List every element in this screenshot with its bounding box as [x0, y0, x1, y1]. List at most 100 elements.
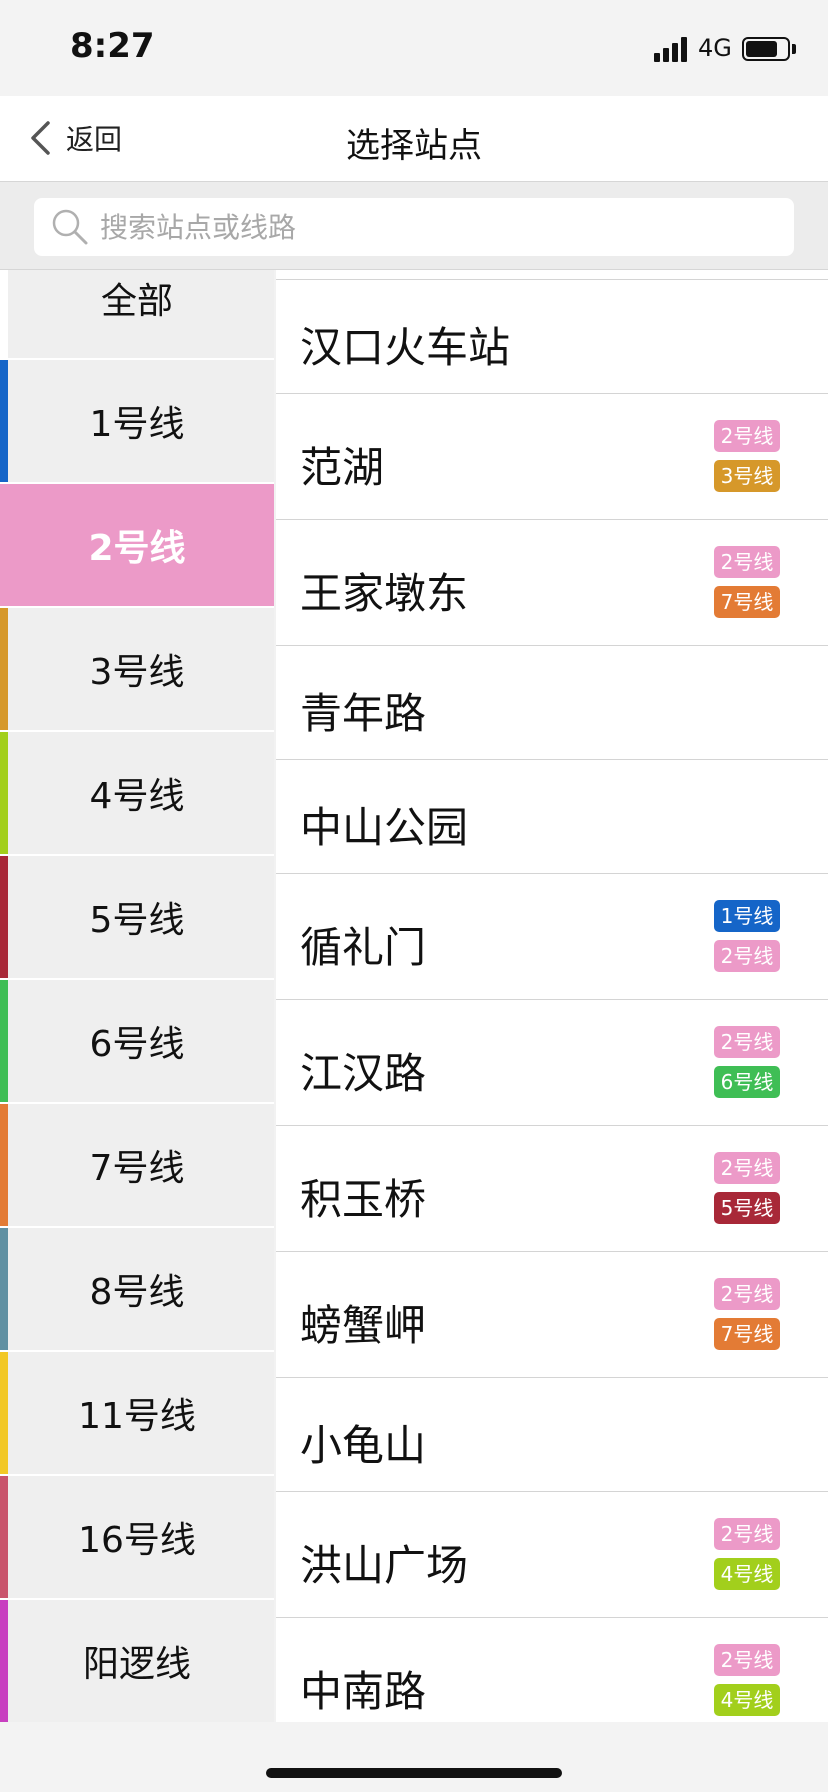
station-row[interactable]: 江汉路 2号线 6号线 [276, 1000, 828, 1126]
line-filter-item[interactable]: 5号线 [0, 856, 274, 980]
station-list: 汉口火车站 范湖 2号线 3号线 王家墩东 2号线 7号线 青年路 中山公园 循礼门 1号线 2号线江… [276, 270, 828, 1722]
line-badge: 4号线 [714, 1684, 780, 1716]
line-filter-item[interactable]: 阳逻线 [0, 1600, 274, 1722]
station-row[interactable]: 小龟山 [276, 1378, 828, 1492]
line-badge: 2号线 [714, 1152, 780, 1184]
station-name: 螃蟹岬 [300, 1301, 427, 1350]
transfer-line-badges: 2号线 4号线 [714, 1518, 780, 1590]
network-type: 4G [698, 34, 732, 62]
transfer-line-badges: 2号线 7号线 [714, 546, 780, 618]
line-badge: 7号线 [714, 1318, 780, 1350]
station-row[interactable]: 螃蟹岬 2号线 7号线 [276, 1252, 828, 1378]
line-badge: 6号线 [714, 1066, 780, 1098]
line-color-stripe [0, 732, 8, 854]
station-row[interactable]: 王家墩东 2号线 7号线 [276, 520, 828, 646]
station-name: 范湖 [300, 443, 385, 492]
station-name: 中南路 [300, 1667, 427, 1716]
line-badge: 2号线 [714, 420, 780, 452]
line-badge: 2号线 [714, 1644, 780, 1676]
line-filter-item[interactable]: 16号线 [0, 1476, 274, 1600]
line-color-stripe [0, 1476, 8, 1598]
station-row[interactable]: 青年路 [276, 646, 828, 760]
transfer-line-badges: 2号线 7号线 [714, 1278, 780, 1350]
station-name: 小龟山 [300, 1421, 427, 1470]
line-badge: 2号线 [714, 940, 780, 972]
line-filter-label: 5号线 [89, 900, 185, 941]
line-badge: 4号线 [714, 1558, 780, 1590]
line-badge: 5号线 [714, 1192, 780, 1224]
line-filter-label: 6号线 [89, 1024, 185, 1065]
line-filter-list: 全部 1号线 2号线 3号线 4号线 5号线 6号线 7号线 8号线 11号线 16号线阳逻线 [0, 270, 274, 1722]
line-filter-label: 8号线 [89, 1272, 185, 1313]
line-color-stripe [0, 1228, 8, 1350]
search-box[interactable] [34, 198, 794, 256]
station-list-top-gap [276, 270, 828, 280]
bottom-area [0, 1722, 828, 1792]
line-badge: 1号线 [714, 900, 780, 932]
line-badge: 2号线 [714, 1026, 780, 1058]
station-row[interactable]: 中南路 2号线 4号线 [276, 1618, 828, 1722]
line-filter-item[interactable]: 4号线 [0, 732, 274, 856]
line-filter-item[interactable]: 3号线 [0, 608, 274, 732]
station-name: 青年路 [300, 689, 427, 738]
line-badge: 2号线 [714, 546, 780, 578]
station-name: 江汉路 [300, 1049, 427, 1098]
line-color-stripe [0, 1600, 8, 1722]
search-bar [0, 182, 828, 270]
transfer-line-badges: 2号线 5号线 [714, 1152, 780, 1224]
line-filter-item[interactable]: 6号线 [0, 980, 274, 1104]
station-row[interactable]: 范湖 2号线 3号线 [276, 394, 828, 520]
line-filter-item[interactable]: 8号线 [0, 1228, 274, 1352]
line-filter-label: 11号线 [78, 1396, 196, 1437]
station-row[interactable]: 积玉桥 2号线 5号线 [276, 1126, 828, 1252]
line-filter-label: 4号线 [89, 776, 185, 817]
search-icon [52, 209, 88, 245]
station-row[interactable]: 中山公园 [276, 760, 828, 874]
line-color-stripe [0, 360, 8, 482]
line-filter-label: 1号线 [89, 404, 185, 445]
signal-strength-icon [654, 36, 690, 62]
line-filter-label: 3号线 [89, 652, 185, 693]
line-color-stripe [0, 608, 8, 730]
line-filter-label: 16号线 [78, 1520, 196, 1561]
transfer-line-badges: 2号线 6号线 [714, 1026, 780, 1098]
transfer-line-badges: 2号线 4号线 [714, 1644, 780, 1716]
line-filter-label: 全部 [100, 281, 173, 322]
station-name: 积玉桥 [300, 1175, 427, 1224]
station-row[interactable]: 洪山广场 2号线 4号线 [276, 1492, 828, 1618]
status-time: 8:27 [70, 26, 155, 66]
line-color-stripe [0, 484, 8, 606]
station-name: 王家墩东 [300, 569, 469, 618]
station-name: 洪山广场 [300, 1541, 469, 1590]
status-bar: 8:27 4G [0, 0, 828, 96]
line-color-stripe [0, 1104, 8, 1226]
battery-level [746, 41, 778, 57]
station-name: 中山公园 [300, 803, 469, 852]
line-filter-item[interactable]: 1号线 [0, 360, 274, 484]
battery-tip [792, 44, 796, 54]
line-color-stripe [0, 980, 8, 1102]
station-row[interactable]: 循礼门 1号线 2号线 [276, 874, 828, 1000]
line-color-stripe [0, 856, 8, 978]
transfer-line-badges: 2号线 3号线 [714, 420, 780, 492]
line-color-stripe [0, 270, 8, 358]
line-filter-item[interactable]: 11号线 [0, 1352, 274, 1476]
page-title: 选择站点 [346, 126, 482, 166]
home-indicator [266, 1768, 562, 1778]
line-filter-item[interactable]: 7号线 [0, 1104, 274, 1228]
transfer-line-badges: 1号线 2号线 [714, 900, 780, 972]
line-badge: 7号线 [714, 586, 780, 618]
search-input[interactable] [100, 210, 740, 244]
line-filter-label: 7号线 [89, 1148, 185, 1189]
line-filter-item[interactable]: 2号线 [0, 484, 274, 608]
navigation-bar: 返回 选择站点 [0, 96, 828, 182]
station-row[interactable]: 汉口火车站 [276, 280, 828, 394]
line-filter-item[interactable]: 全部 [0, 270, 274, 360]
line-badge: 3号线 [714, 460, 780, 492]
line-badge: 2号线 [714, 1518, 780, 1550]
battery-icon [742, 37, 790, 61]
line-filter-label: 阳逻线 [82, 1644, 191, 1685]
line-filter-label: 2号线 [88, 528, 186, 569]
station-name: 汉口火车站 [300, 323, 511, 372]
line-color-stripe [0, 1352, 8, 1474]
